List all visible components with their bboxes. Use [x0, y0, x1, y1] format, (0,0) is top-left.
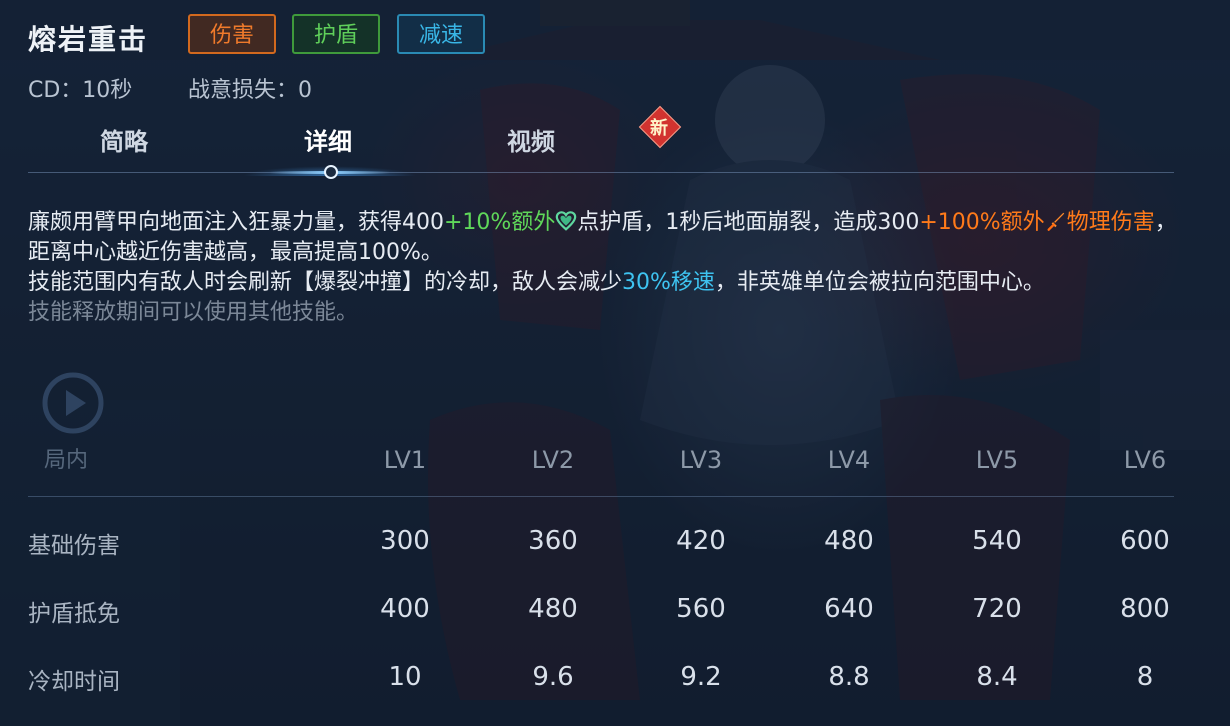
row-label-shield-absorb: 护盾抵免	[28, 601, 120, 627]
skill-name: 熔岩重击	[28, 23, 149, 56]
table-cell: 480	[824, 526, 874, 556]
physical-damage-text: 物理伤害	[1066, 210, 1155, 235]
row-label-base-damage: 基础伤害	[28, 533, 120, 559]
slow-text: 30%移速	[622, 270, 715, 295]
description-paragraph-1: 廉颇用臂甲向地面注入狂暴力量，获得400+10%额外 点护盾，1秒后地面崩裂，造成…	[28, 208, 1178, 268]
fury-loss-text: 战意损失：0	[188, 78, 312, 103]
table-divider	[28, 496, 1174, 497]
level-header: LV6	[1123, 446, 1167, 474]
desc-text: 点护盾，1秒后地面崩裂，造成300	[577, 210, 920, 235]
table-cell: 800	[1120, 594, 1170, 624]
tag-shield: 护盾	[292, 14, 380, 54]
level-header: LV3	[679, 446, 723, 474]
tag-slow: 减速	[397, 14, 485, 54]
table-cell: 400	[380, 594, 430, 624]
heart-shield-icon	[556, 211, 577, 231]
level-header: LV1	[383, 446, 427, 474]
damage-bonus-text: +100%额外	[919, 210, 1045, 235]
inner-game-tab[interactable]: 局内	[44, 442, 88, 474]
tab-detail[interactable]: 详细	[304, 122, 352, 157]
table-cell: 480	[528, 594, 578, 624]
table-cell: 720	[972, 594, 1022, 624]
level-header: LV2	[531, 446, 575, 474]
table-cell: 8.4	[976, 662, 1018, 692]
desc-text: 技能范围内有敌人时会刷新【爆裂冲撞】的冷却，敌人会减少	[28, 270, 623, 295]
table-cell: 300	[380, 526, 430, 556]
description-paragraph-3: 技能释放期间可以使用其他技能。	[28, 300, 359, 325]
tab-divider	[28, 172, 1174, 173]
tag-damage: 伤害	[188, 14, 276, 54]
table-cell: 9.6	[532, 662, 574, 692]
skill-description: 廉颇用臂甲向地面注入狂暴力量，获得400+10%额外 点护盾，1秒后地面崩裂，造成…	[28, 208, 1178, 328]
tab-video[interactable]: 视频	[507, 122, 555, 157]
table-cell: 560	[676, 594, 726, 624]
level-header: LV5	[975, 446, 1019, 474]
table-cell: 8.8	[828, 662, 870, 692]
new-badge-label: 新	[650, 118, 668, 139]
tab-brief[interactable]: 简略	[100, 122, 148, 157]
sword-icon	[1047, 212, 1064, 231]
table-cell: 10	[388, 662, 422, 692]
desc-text: ，非英雄单位会被拉向范围中心。	[714, 270, 1045, 295]
table-cell: 640	[824, 594, 874, 624]
level-header: LV4	[827, 446, 871, 474]
desc-text: 廉颇用臂甲向地面注入狂暴力量，获得400	[28, 210, 444, 235]
table-cell: 540	[972, 526, 1022, 556]
description-paragraph-2: 技能范围内有敌人时会刷新【爆裂冲撞】的冷却，敌人会减少30%移速，非英雄单位会被…	[28, 268, 1178, 298]
table-cell: 600	[1120, 526, 1170, 556]
skill-detail-panel	[0, 0, 1230, 726]
row-label-cooldown: 冷却时间	[28, 669, 120, 695]
shield-bonus-text: +10%额外	[444, 210, 556, 235]
table-cell: 8	[1136, 662, 1154, 692]
cooldown-text: CD：10秒	[28, 78, 133, 103]
table-cell: 360	[528, 526, 578, 556]
play-video-icon[interactable]	[40, 370, 106, 436]
active-tab-indicator-dot	[324, 165, 338, 179]
table-cell: 9.2	[680, 662, 722, 692]
table-cell: 420	[676, 526, 726, 556]
